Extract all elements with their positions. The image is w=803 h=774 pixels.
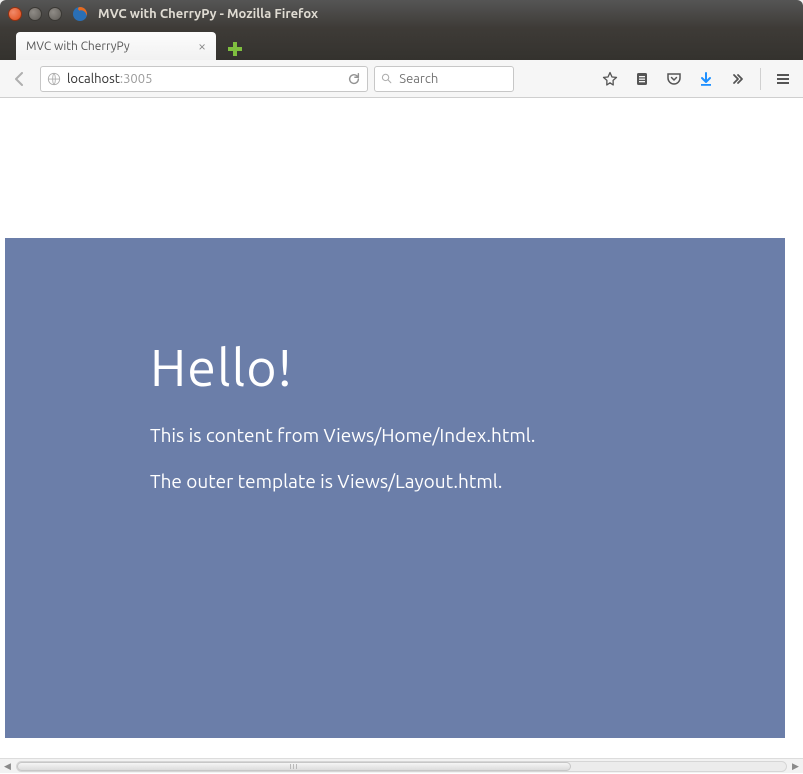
firefox-icon bbox=[72, 6, 88, 22]
pocket-button[interactable] bbox=[660, 65, 688, 93]
scroll-left-arrow-icon[interactable]: ◀ bbox=[0, 759, 15, 774]
download-arrow-icon bbox=[698, 71, 714, 87]
page-viewport: Hello! This is content from Views/Home/I… bbox=[0, 98, 803, 758]
window-minimize-button[interactable] bbox=[28, 7, 42, 21]
new-tab-button[interactable] bbox=[222, 38, 248, 60]
toolbar-separator bbox=[760, 68, 761, 90]
window-close-button[interactable] bbox=[8, 7, 22, 21]
globe-icon bbox=[47, 72, 61, 86]
pocket-icon bbox=[666, 71, 682, 87]
clipboard-icon bbox=[634, 71, 650, 87]
scrollbar-thumb[interactable] bbox=[17, 762, 571, 771]
toolbar-right-group bbox=[596, 65, 797, 93]
bookmarks-list-button[interactable] bbox=[628, 65, 656, 93]
overflow-button[interactable] bbox=[724, 65, 752, 93]
search-bar[interactable] bbox=[374, 66, 514, 92]
url-port: :3005 bbox=[120, 72, 153, 86]
window-title: MVC with CherryPy - Mozilla Firefox bbox=[98, 7, 318, 21]
scrollbar-track[interactable] bbox=[16, 761, 787, 772]
url-host: localhost bbox=[67, 72, 120, 86]
hamburger-icon bbox=[775, 71, 791, 87]
menu-button[interactable] bbox=[769, 65, 797, 93]
chevrons-right-icon bbox=[730, 71, 746, 87]
firefox-window: MVC with CherryPy - Mozilla Firefox MVC … bbox=[0, 0, 803, 773]
hero-banner: Hello! This is content from Views/Home/I… bbox=[5, 238, 785, 738]
back-button[interactable] bbox=[6, 65, 34, 93]
plus-icon bbox=[228, 42, 242, 56]
search-icon bbox=[381, 72, 392, 85]
bookmark-star-button[interactable] bbox=[596, 65, 624, 93]
horizontal-scrollbar[interactable]: ◀ ▶ bbox=[0, 758, 803, 773]
titlebar: MVC with CherryPy - Mozilla Firefox bbox=[0, 0, 803, 28]
search-input[interactable] bbox=[397, 71, 507, 87]
reload-icon[interactable] bbox=[347, 72, 361, 86]
star-icon bbox=[602, 71, 618, 87]
browser-tab[interactable]: MVC with CherryPy × bbox=[16, 32, 216, 60]
tab-label: MVC with CherryPy bbox=[26, 40, 130, 53]
scroll-right-arrow-icon[interactable]: ▶ bbox=[788, 759, 803, 774]
downloads-button[interactable] bbox=[692, 65, 720, 93]
address-bar[interactable]: localhost:3005 bbox=[40, 66, 368, 92]
window-maximize-button[interactable] bbox=[48, 7, 62, 21]
page-content[interactable]: Hello! This is content from Views/Home/I… bbox=[0, 98, 803, 758]
navigation-toolbar: localhost:3005 bbox=[0, 60, 803, 98]
back-arrow-icon bbox=[12, 71, 28, 87]
page-paragraph-2: The outer template is Views/Layout.html. bbox=[150, 470, 785, 492]
tabstrip: MVC with CherryPy × bbox=[0, 28, 803, 60]
scrollbar-grip-icon bbox=[290, 764, 297, 769]
page-paragraph-1: This is content from Views/Home/Index.ht… bbox=[150, 424, 785, 446]
tab-close-icon[interactable]: × bbox=[198, 39, 206, 53]
page-heading: Hello! bbox=[150, 338, 785, 396]
